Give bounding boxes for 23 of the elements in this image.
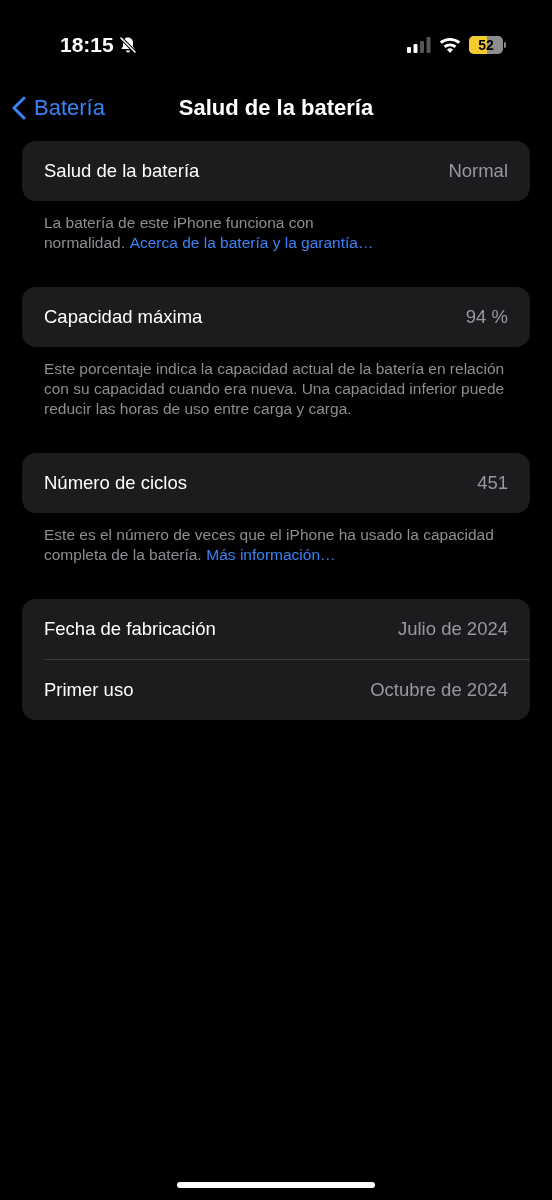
status-time: 18:15 xyxy=(60,33,114,57)
row-label: Salud de la batería xyxy=(44,160,200,182)
row-value: Julio de 2024 xyxy=(397,618,508,640)
row-value: 451 xyxy=(477,472,508,494)
back-button[interactable]: Batería xyxy=(12,95,179,121)
back-chevron-icon xyxy=(12,96,26,120)
row-value: 94 % xyxy=(465,306,508,328)
row-value: Normal xyxy=(448,160,508,182)
row-label: Primer uso xyxy=(44,679,134,701)
footer-note: Este porcentaje indica la capacidad actual de la batería en relación con su capacidad cuando era nueva. Una capacidad inferior puede reducir las horas de uso entre carga y carga. xyxy=(43,359,506,419)
row-label: Número de ciclos xyxy=(44,472,187,494)
row-value: Octubre de 2024 xyxy=(370,679,508,701)
info-link[interactable]: Acerca de la batería y la garantía… xyxy=(129,234,374,251)
battery-percentage: 52 xyxy=(478,37,494,53)
signal-icon xyxy=(407,37,431,53)
footer-note: Este es el número de veces que el iPhone ha usado la capacidad completa de la batería. Más información… xyxy=(43,525,495,565)
wifi-icon xyxy=(439,37,461,53)
page-title: Salud de la batería xyxy=(178,95,374,121)
footer-note: La batería de este iPhone funciona con normalidad. Acerca de la batería y la garantía… xyxy=(43,213,375,253)
row-label: Fecha de fabricación xyxy=(44,618,216,640)
row-label: Capacidad máxima xyxy=(44,306,203,328)
info-link[interactable]: Más información… xyxy=(206,546,336,563)
back-label[interactable]: Batería xyxy=(34,95,105,121)
